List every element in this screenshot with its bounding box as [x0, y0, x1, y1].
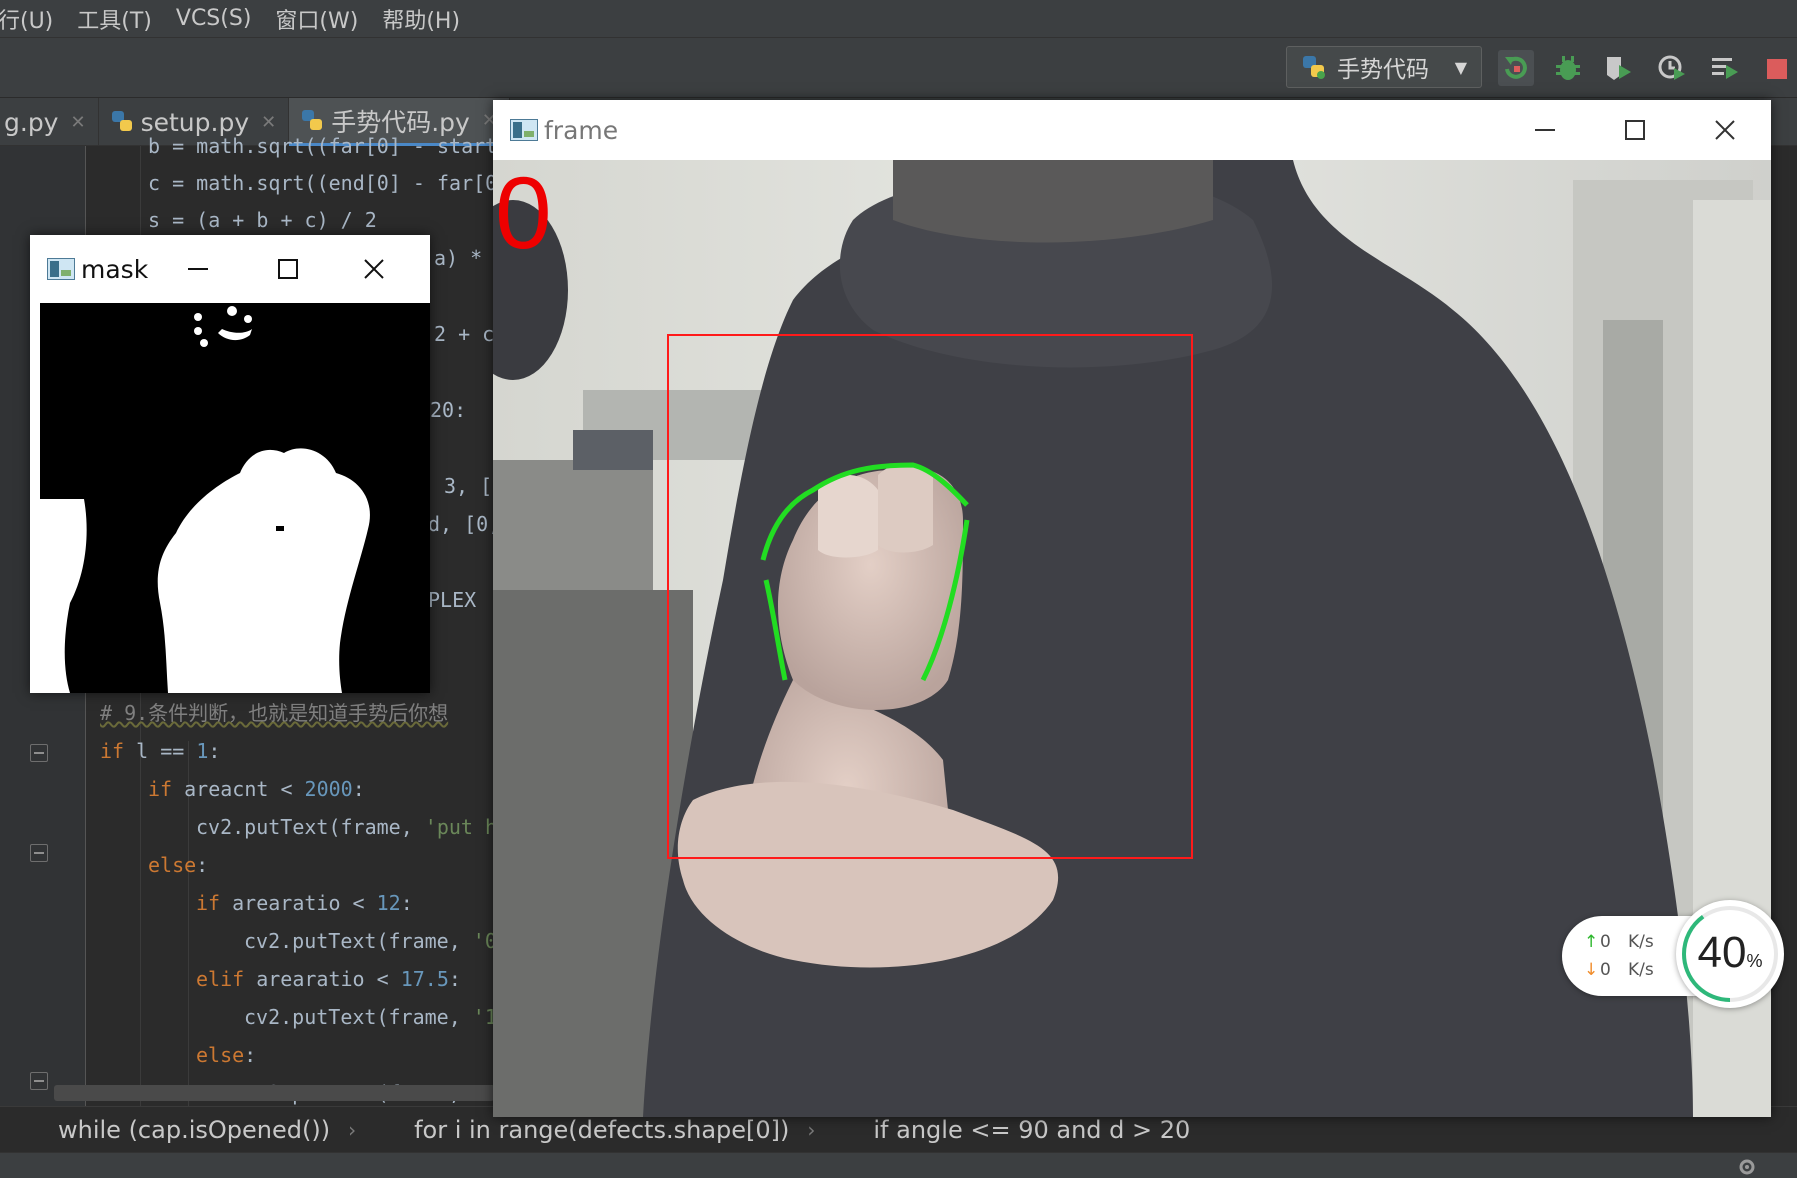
- rerun-icon: [1505, 56, 1527, 79]
- usage-gauge[interactable]: 40%: [1676, 900, 1784, 1008]
- code-line: if areacnt < 2000:: [148, 777, 365, 801]
- code-line: if l == 1:: [100, 739, 221, 763]
- python-icon: [1301, 54, 1327, 80]
- usage-percent: 40%: [1697, 928, 1763, 977]
- arrow-down-icon: ↓: [1584, 960, 1599, 980]
- code-fragment: 20:: [430, 398, 467, 422]
- rerun-button[interactable]: [1498, 50, 1534, 86]
- frame-window-titlebar[interactable]: frame: [493, 100, 1771, 160]
- code-fragment: PLEX: [428, 588, 477, 612]
- breadcrumb-item[interactable]: for i in range(defects.shape[0]): [356, 1116, 789, 1144]
- menu-help[interactable]: 帮助(H): [370, 3, 472, 35]
- fold-icon[interactable]: [30, 744, 48, 762]
- mask-window[interactable]: mask: [30, 235, 430, 693]
- code-fragment: 2 + c: [434, 322, 495, 346]
- coverage-button[interactable]: [1600, 50, 1636, 86]
- code-line: c = math.sqrt((end[0] - far[0: [148, 171, 498, 195]
- upload-speed: ↑ 0 K/s: [1584, 932, 1654, 952]
- close-icon[interactable]: ✕: [70, 112, 85, 133]
- window-app-icon: [510, 119, 538, 141]
- tab-g-py[interactable]: g.py ✕: [0, 98, 99, 146]
- code-line: b = math.sqrt((far[0] - start: [148, 134, 498, 158]
- close-button[interactable]: [356, 251, 392, 287]
- tab-label: setup.py: [140, 107, 250, 137]
- stop-button[interactable]: [1758, 50, 1794, 86]
- tab-label: g.py: [4, 107, 59, 137]
- arrow-up-icon: ↑: [1584, 932, 1599, 952]
- debug-button[interactable]: [1550, 50, 1586, 86]
- fold-icon[interactable]: [30, 844, 48, 862]
- window-title: mask: [81, 254, 149, 284]
- maximize-button[interactable]: [1615, 110, 1655, 150]
- maximize-button[interactable]: [270, 251, 306, 287]
- code-line: cv2.putText(frame, '1: [244, 1005, 497, 1029]
- code-fragment: d, [0,: [428, 512, 501, 536]
- chevron-right-icon: ›: [807, 1117, 816, 1142]
- code-line: else:: [148, 853, 209, 877]
- code-line: cv2.putText(frame, '0: [244, 929, 497, 953]
- fold-icon[interactable]: [30, 1072, 48, 1090]
- mask-window-titlebar[interactable]: mask: [30, 235, 430, 303]
- maximize-icon: [278, 259, 298, 279]
- window-app-icon: [47, 258, 75, 280]
- gesture-count-text: 0: [495, 160, 552, 270]
- window-title: frame: [544, 115, 619, 145]
- breadcrumb-item[interactable]: while (cap.isOpened()): [0, 1116, 330, 1144]
- stop-icon: [1767, 59, 1787, 79]
- close-icon: [1715, 120, 1735, 140]
- chevron-right-icon: ›: [348, 1117, 357, 1142]
- coverage-icon: [1607, 57, 1631, 80]
- settings-gear-icon[interactable]: [1736, 1156, 1758, 1178]
- download-speed: ↓ 0 K/s: [1584, 960, 1654, 980]
- menu-vcs[interactable]: VCS(S): [164, 6, 264, 31]
- toolbar: 手势代码 ▼: [0, 38, 1797, 98]
- minimize-button[interactable]: [180, 251, 216, 287]
- run-concurrency-icon: [1712, 58, 1738, 79]
- network-speed-widget[interactable]: ↑ 0 K/s ↓ 0 K/s 40%: [1562, 900, 1792, 1010]
- close-icon: [364, 259, 384, 279]
- menu-window[interactable]: 窗口(W): [263, 3, 370, 35]
- close-button[interactable]: [1705, 110, 1745, 150]
- code-line: else:: [196, 1043, 257, 1067]
- run-configuration-label: 手势代码: [1337, 57, 1429, 83]
- breadcrumb-item[interactable]: if angle <= 90 and d > 20: [815, 1116, 1190, 1144]
- profile-icon: [1658, 55, 1685, 80]
- minimize-button[interactable]: [1525, 110, 1565, 150]
- debug-icon: [1556, 56, 1580, 80]
- code-comment: # 9.条件判断，也就是知道手势后你想: [100, 701, 449, 725]
- code-line: elif arearatio < 17.5:: [196, 967, 461, 991]
- code-line: cv2.putText(frame, 'put h: [196, 815, 498, 839]
- mask-image: [40, 303, 430, 693]
- horizontal-scrollbar[interactable]: [54, 1085, 494, 1101]
- binary-mask: [40, 303, 430, 693]
- run-concurrency-button[interactable]: [1706, 50, 1742, 86]
- menu-bar: 行(U) 工具(T) VCS(S) 窗口(W) 帮助(H): [0, 0, 1797, 38]
- menu-tools[interactable]: 工具(T): [65, 3, 164, 35]
- maximize-icon: [1625, 120, 1645, 140]
- chevron-down-icon: ▼: [1454, 57, 1467, 77]
- minimize-icon: [1535, 129, 1555, 131]
- python-file-icon: [111, 110, 135, 134]
- code-fragment: a) *: [434, 246, 483, 270]
- menu-run[interactable]: 行(U): [0, 3, 65, 35]
- minimize-icon: [188, 268, 208, 270]
- run-configuration-select[interactable]: 手势代码 ▼: [1286, 46, 1482, 88]
- code-fragment: 3, [: [444, 474, 493, 498]
- close-icon[interactable]: ✕: [261, 112, 276, 133]
- profile-button[interactable]: [1654, 50, 1690, 86]
- status-bar: [0, 1152, 1797, 1178]
- python-file-icon: [301, 109, 325, 133]
- code-line: s = (a + b + c) / 2: [148, 208, 377, 232]
- code-line: if arearatio < 12:: [196, 891, 413, 915]
